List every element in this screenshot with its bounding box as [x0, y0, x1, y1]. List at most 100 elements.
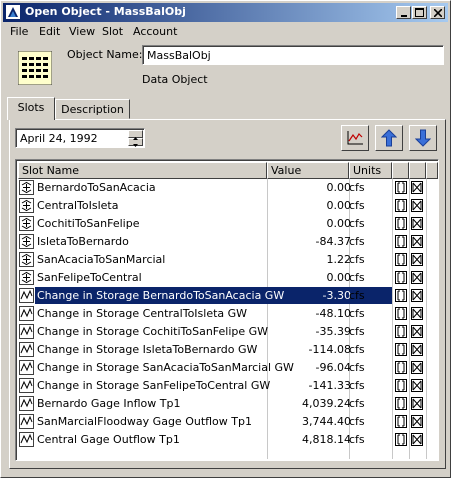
slot-value: -84.37: [315, 235, 351, 248]
flag-bracket-icon[interactable]: [395, 217, 407, 230]
table-row[interactable]: Change in Storage BernardoToSanAcacia GW…: [18, 287, 438, 305]
flag-cross-icon[interactable]: [411, 325, 423, 338]
slot-value: -48.10: [315, 307, 351, 320]
spin-down-button[interactable]: [128, 138, 143, 147]
flag-bracket-icon[interactable]: [395, 379, 407, 392]
flag-cross-icon[interactable]: [411, 253, 423, 266]
table-row[interactable]: Change in Storage CentralToIsleta GW -48.…: [18, 305, 438, 323]
object-name-label: Object Name:: [67, 48, 143, 61]
slot-units: cfs: [349, 235, 365, 248]
flag-bracket-icon[interactable]: [395, 343, 407, 356]
slot-units: cfs: [349, 343, 365, 356]
table-row[interactable]: Bernardo Gage Inflow Tp1 4,039.24 cfs: [18, 395, 438, 413]
flag-bracket-icon[interactable]: [395, 397, 407, 410]
column-header-slot-name[interactable]: Slot Name: [18, 162, 267, 179]
flag-bracket-icon[interactable]: [395, 271, 407, 284]
move-down-button[interactable]: [409, 125, 437, 151]
window-title: Open Object - MassBalObj: [25, 5, 186, 18]
flag-cross-icon[interactable]: [411, 217, 423, 230]
slot-units: cfs: [349, 271, 365, 284]
flag-cross-icon[interactable]: [411, 271, 423, 284]
flag-bracket-icon[interactable]: [395, 433, 407, 446]
table-row[interactable]: Change in Storage SanFelipeToCentral GW -…: [18, 377, 438, 395]
move-up-button[interactable]: [375, 125, 403, 151]
flag-cross-icon[interactable]: [411, 235, 423, 248]
plot-button[interactable]: [341, 125, 369, 151]
flag-cross-icon[interactable]: [411, 289, 423, 302]
flag-cross-icon[interactable]: [411, 307, 423, 320]
slot-name: IsletaToBernardo: [37, 235, 129, 248]
menu-account[interactable]: Account: [133, 25, 177, 38]
slot-name: Change in Storage BernardoToSanAcacia GW: [37, 289, 285, 302]
spin-up-button[interactable]: [128, 130, 143, 140]
slot-units: cfs: [349, 415, 365, 428]
slot-units: cfs: [349, 361, 365, 374]
table-row[interactable]: BernardoToSanAcacia 0.00 cfs: [18, 179, 438, 197]
column-header-value[interactable]: Value: [267, 162, 349, 179]
flag-cross-icon[interactable]: [411, 433, 423, 446]
slot-units: cfs: [349, 217, 365, 230]
slot-units: cfs: [349, 325, 365, 338]
flag-bracket-icon[interactable]: [395, 415, 407, 428]
flag-bracket-icon[interactable]: [395, 307, 407, 320]
flag-bracket-icon[interactable]: [395, 199, 407, 212]
table-row[interactable]: SanFelipeToCentral 0.00 cfs: [18, 269, 438, 287]
series-slot-icon: [19, 180, 34, 195]
minimize-button[interactable]: [396, 6, 411, 19]
plot-icon: [347, 131, 363, 145]
flag-cross-icon[interactable]: [411, 181, 423, 194]
menu-bar: File Edit View Slot Account: [3, 23, 448, 41]
menu-slot[interactable]: Slot: [102, 25, 123, 38]
date-input[interactable]: April 24, 1992: [15, 128, 145, 148]
arrow-up-icon: [381, 129, 397, 147]
flag-bracket-icon[interactable]: [395, 289, 407, 302]
table-rows: BernardoToSanAcacia 0.00 cfs CentralToIslet…: [18, 179, 438, 449]
flag-cross-icon[interactable]: [411, 199, 423, 212]
timeseries-slot-icon: [19, 360, 34, 375]
flag-cross-icon[interactable]: [411, 361, 423, 374]
object-name-input[interactable]: MassBalObj: [142, 45, 444, 65]
tab-description[interactable]: Description: [55, 99, 130, 119]
table-row[interactable]: IsletaToBernardo -84.37 cfs: [18, 233, 438, 251]
table-row[interactable]: Change in Storage SanAcaciaToSanMarcial …: [18, 359, 438, 377]
slot-name: Bernardo Gage Inflow Tp1: [37, 397, 181, 410]
slot-name: Central Gage Outflow Tp1: [37, 433, 180, 446]
table-row[interactable]: CochitiToSanFelipe 0.00 cfs: [18, 215, 438, 233]
table-row[interactable]: CentralToIsleta 0.00 cfs: [18, 197, 438, 215]
slot-units: cfs: [349, 289, 365, 302]
menu-view[interactable]: View: [69, 25, 95, 38]
timeseries-slot-icon: [19, 432, 34, 447]
flag-cross-icon[interactable]: [411, 397, 423, 410]
timeseries-slot-icon: [19, 288, 34, 303]
slot-value: 0.00: [326, 217, 352, 230]
menu-file[interactable]: File: [10, 25, 28, 38]
date-spinner[interactable]: [128, 130, 143, 147]
table-row[interactable]: Central Gage Outflow Tp1 4,818.14 cfs: [18, 431, 438, 449]
menu-edit[interactable]: Edit: [39, 25, 60, 38]
flag-bracket-icon[interactable]: [395, 235, 407, 248]
maximize-icon: [415, 8, 424, 17]
table-row[interactable]: Change in Storage CochitiToSanFelipe GW -…: [18, 323, 438, 341]
table-row[interactable]: Change in Storage IsletaToBernardo GW -11…: [18, 341, 438, 359]
slot-units: cfs: [349, 397, 365, 410]
riverware-app-icon: [6, 5, 20, 19]
tab-slots[interactable]: Slots: [7, 97, 55, 120]
slot-value: 4,818.14: [302, 433, 351, 446]
title-bar[interactable]: Open Object - MassBalObj: [3, 3, 448, 22]
flag-cross-icon[interactable]: [411, 343, 423, 356]
slot-value: -3.30: [322, 289, 351, 302]
table-row[interactable]: SanAcaciaToSanMarcial 1.22 cfs: [18, 251, 438, 269]
table-row[interactable]: SanMarcialFloodway Gage Outflow Tp1 3,744…: [18, 413, 438, 431]
flag-bracket-icon[interactable]: [395, 361, 407, 374]
timeseries-slot-icon: [19, 306, 34, 321]
flag-cross-icon[interactable]: [411, 379, 423, 392]
maximize-button[interactable]: [412, 6, 427, 19]
flag-bracket-icon[interactable]: [395, 253, 407, 266]
series-slot-icon: [19, 234, 34, 249]
close-button[interactable]: [430, 6, 445, 19]
slot-table: Slot Name Value Units BernardoToSanAcaci…: [15, 159, 439, 461]
flag-bracket-icon[interactable]: [395, 325, 407, 338]
flag-bracket-icon[interactable]: [395, 181, 407, 194]
column-header-units[interactable]: Units: [349, 162, 392, 179]
flag-cross-icon[interactable]: [411, 415, 423, 428]
